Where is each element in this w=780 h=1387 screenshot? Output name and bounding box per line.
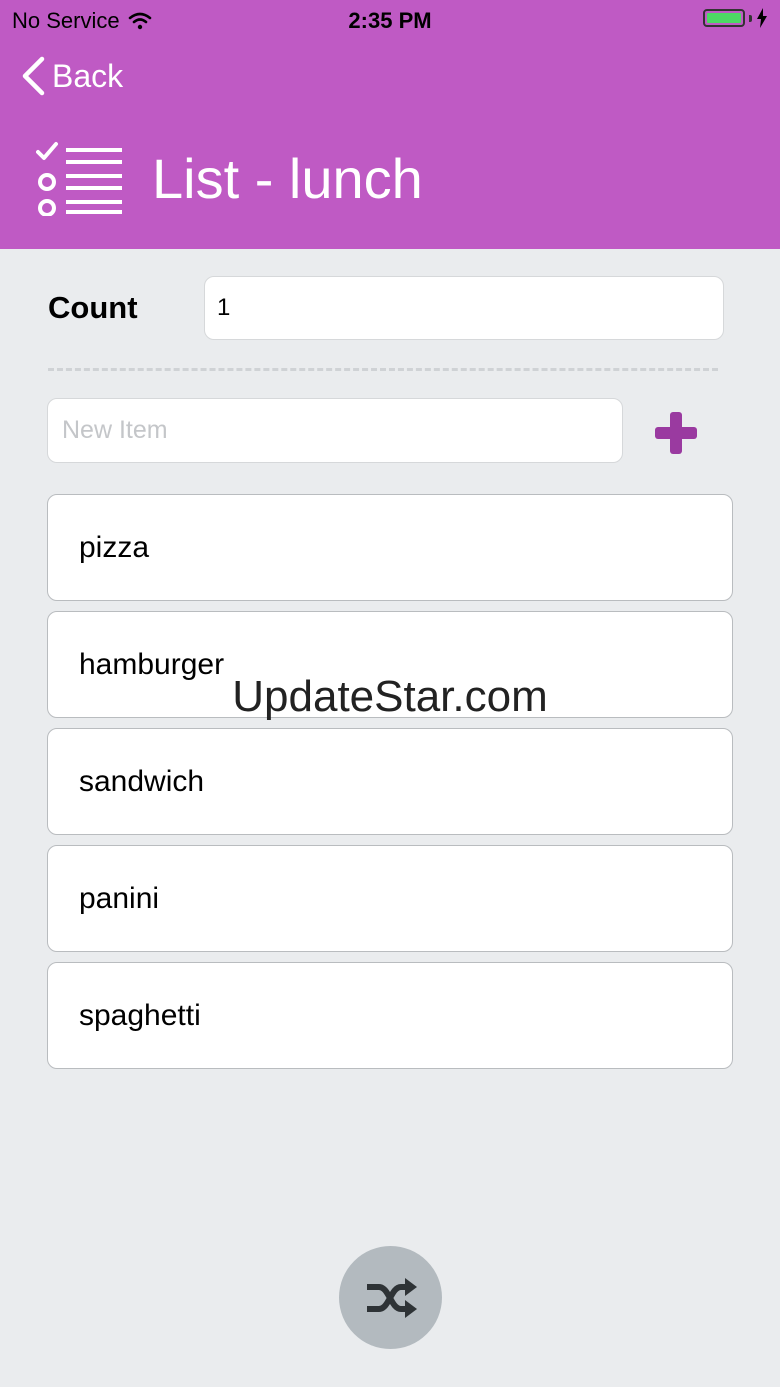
shuffle-icon — [366, 1277, 417, 1318]
items-list: pizza hamburger sandwich panini spaghett… — [47, 494, 733, 1079]
list-item[interactable]: pizza — [47, 494, 733, 601]
battery-tip — [749, 14, 752, 22]
header-bar: No Service 2:35 PM Back List - lunch — [0, 0, 780, 249]
count-label: Count — [48, 290, 138, 325]
new-item-input[interactable] — [47, 398, 623, 463]
dashed-divider — [48, 368, 718, 371]
list-item[interactable]: spaghetti — [47, 962, 733, 1069]
back-label: Back — [52, 57, 124, 94]
list-item[interactable]: hamburger — [47, 611, 733, 718]
battery-icon — [703, 9, 745, 27]
list-item-label: sandwich — [79, 764, 205, 798]
chevron-left-icon — [22, 56, 45, 96]
list-item-label: panini — [79, 881, 160, 915]
list-item[interactable]: panini — [47, 845, 733, 952]
charging-icon — [757, 8, 767, 28]
list-item-label: hamburger — [79, 647, 225, 681]
status-right — [703, 8, 768, 28]
list-item[interactable]: sandwich — [47, 728, 733, 835]
page-title: List - lunch — [152, 146, 423, 210]
checklist-icon — [36, 142, 122, 216]
plus-icon — [655, 412, 697, 454]
add-item-button[interactable] — [648, 404, 704, 460]
list-item-label: pizza — [79, 530, 150, 564]
shuffle-button[interactable] — [339, 1246, 442, 1349]
list-item-label: spaghetti — [79, 998, 201, 1032]
back-button[interactable]: Back — [20, 56, 123, 96]
status-bar: No Service 2:35 PM — [0, 0, 780, 40]
title-row: List - lunch — [36, 140, 423, 216]
count-input[interactable] — [204, 276, 724, 340]
status-time: 2:35 PM — [348, 8, 432, 33]
